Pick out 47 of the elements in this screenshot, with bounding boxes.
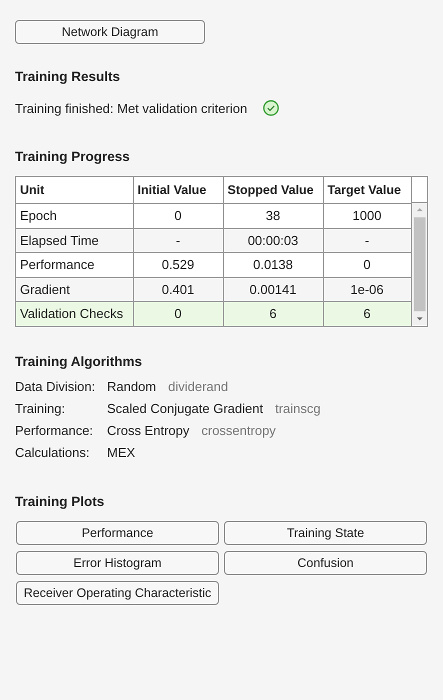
field-value: Scaled Conjugate Gradient (107, 400, 264, 416)
plot-button[interactable]: Confusion (224, 550, 427, 574)
field-value: Random (107, 378, 156, 394)
function-name: dividerand (168, 378, 228, 394)
plot-button[interactable]: Receiver Operating Characteristic (16, 580, 219, 604)
field-value: Cross Entropy (107, 422, 190, 438)
table-cell: Validation Checks (16, 302, 133, 326)
table-cell: 0 (323, 252, 411, 277)
table-cell: Gradient (16, 277, 133, 302)
table-cell: Epoch (16, 204, 133, 228)
table-cell: Elapsed Time (16, 228, 133, 252)
field-value: MEX (107, 444, 136, 460)
column-header: Initial Value (133, 177, 223, 204)
plot-button[interactable]: Performance (16, 520, 219, 544)
table-cell: 0.00141 (223, 277, 323, 302)
status-text: Training finished: Met validation criterion (15, 100, 248, 116)
table-cell: 0 (133, 204, 223, 228)
table-cell: 1000 (323, 204, 411, 228)
table-cell: 0 (133, 302, 223, 326)
scrollbar[interactable] (412, 203, 427, 326)
field-label: Calculations: (15, 444, 90, 460)
function-name: trainscg (275, 400, 321, 416)
table-cell: - (323, 228, 411, 252)
plot-button[interactable]: Training State (224, 520, 427, 544)
plot-button[interactable]: Error Histogram (16, 550, 219, 574)
table-cell: 0.529 (133, 252, 223, 277)
table-cell: Performance (16, 252, 133, 277)
table-cell: 38 (223, 204, 323, 228)
table-cell: - (133, 228, 223, 252)
section-title: Training Progress (15, 149, 131, 164)
field-label: Data Division: (15, 378, 96, 394)
field-label: Training: (15, 400, 66, 416)
table-cell: 1e-06 (323, 277, 411, 302)
table-cell: 0.401 (133, 277, 223, 302)
section-title: Training Algorithms (15, 354, 144, 368)
section-title: Training Results (15, 69, 122, 84)
column-header: Unit (16, 177, 133, 204)
table-cell: 6 (323, 302, 411, 326)
table-cell: 00:00:03 (223, 228, 323, 252)
field-label: Performance: (15, 422, 94, 438)
function-name: crossentropy (201, 422, 276, 438)
column-header: Stopped Value (223, 177, 323, 204)
section-title: Training Plots (15, 494, 106, 508)
table-cell: 0.0138 (223, 252, 323, 277)
column-header: Target Value (323, 177, 411, 204)
network-diagram-button[interactable]: Network Diagram (15, 20, 205, 44)
table-cell: 6 (223, 302, 323, 326)
